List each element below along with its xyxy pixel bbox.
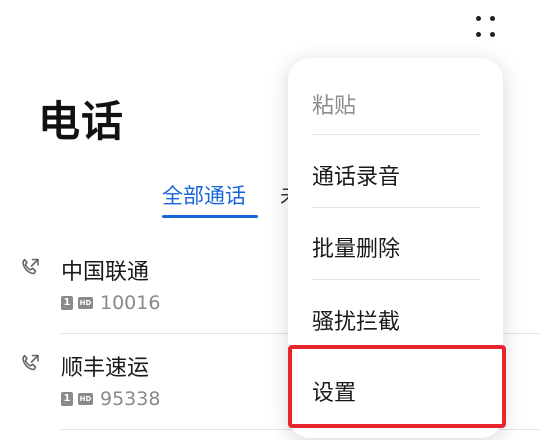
contact-name: 中国联通 — [61, 260, 150, 285]
menu-item-paste[interactable]: 粘贴 — [312, 88, 356, 120]
more-dots-icon — [476, 16, 481, 21]
menu-item-spam-blocking[interactable]: 骚扰拦截 — [312, 304, 400, 336]
hd-call-icon: HD — [78, 393, 93, 405]
menu-divider — [312, 134, 480, 135]
menu-item-batch-delete[interactable]: 批量删除 — [312, 231, 400, 263]
phone-number: 95338 — [100, 388, 161, 410]
more-dots-icon — [476, 32, 481, 37]
active-tab-indicator — [162, 215, 258, 218]
contact-name: 顺丰速运 — [61, 356, 150, 381]
tab-all-calls[interactable]: 全部通话 — [162, 180, 246, 210]
menu-divider — [312, 207, 480, 208]
more-dots-icon — [490, 32, 495, 37]
sim-card-icon: 1 — [61, 296, 73, 310]
outgoing-call-icon — [22, 354, 39, 371]
more-dots-icon — [490, 16, 495, 21]
call-meta: 1 HD 10016 — [61, 292, 160, 314]
more-options-button[interactable] — [470, 12, 502, 42]
outgoing-call-icon — [22, 258, 39, 275]
hd-call-icon: HD — [78, 297, 93, 309]
menu-item-call-recording[interactable]: 通话录音 — [312, 159, 400, 191]
page-title: 电话 — [38, 97, 125, 146]
call-meta: 1 HD 95338 — [61, 388, 160, 410]
phone-number: 10016 — [100, 292, 161, 314]
sim-card-icon: 1 — [61, 392, 73, 406]
menu-divider — [312, 279, 480, 280]
settings-highlight-box — [288, 345, 506, 428]
